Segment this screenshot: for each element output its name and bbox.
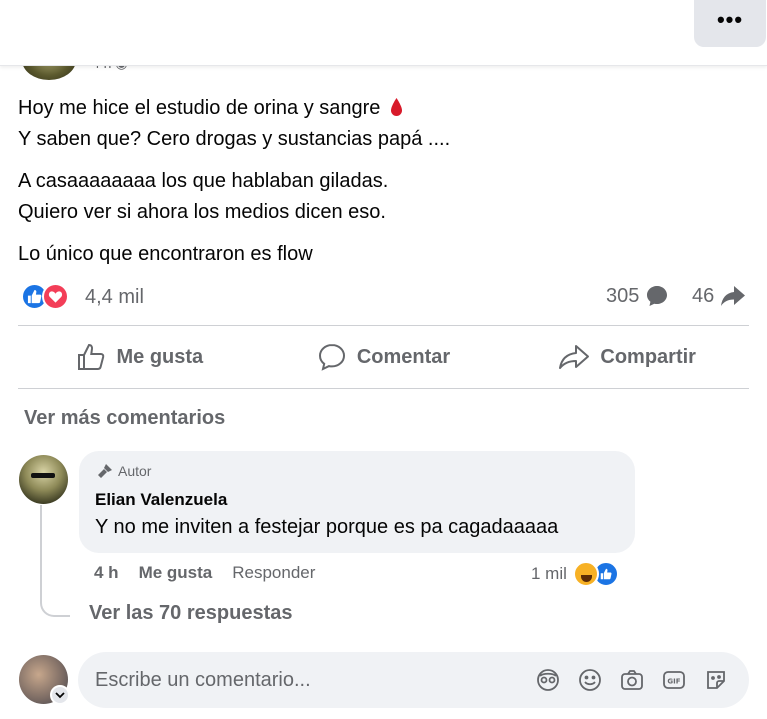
author-badge: Autor — [95, 463, 151, 479]
comment-input[interactable] — [95, 664, 515, 696]
comment-bubble-icon — [647, 286, 668, 306]
comment-count[interactable]: 305 — [606, 284, 669, 308]
thumbs-up-icon — [78, 343, 105, 370]
chevron-down-icon[interactable] — [50, 685, 70, 705]
share-button[interactable]: Compartir — [505, 328, 749, 386]
post-header-bar: ••• — [0, 0, 767, 66]
commenter-name[interactable]: Elian Valenzuela — [95, 490, 227, 510]
reaction-count[interactable]: 4,4 mil — [85, 286, 144, 309]
share-count[interactable]: 46 — [692, 284, 746, 308]
comment-text: Y no me inviten a festejar porque es pa … — [95, 516, 559, 538]
blood-drop-icon — [390, 98, 402, 116]
comment-like-link[interactable]: Me gusta — [139, 563, 213, 583]
more-options-icon: ••• — [716, 6, 744, 32]
comment-reactions[interactable]: 1 mil — [531, 561, 619, 587]
comment-bubble: Autor Elian Valenzuela Y no me inviten a… — [79, 451, 635, 553]
composer-toolbar: GIF — [534, 666, 730, 694]
comment-time[interactable]: 4 h — [94, 563, 119, 583]
actions-divider — [18, 388, 749, 389]
reaction-icons[interactable] — [21, 283, 69, 310]
stats-divider — [18, 325, 749, 326]
share-icon — [559, 345, 590, 369]
camera-icon[interactable] — [618, 666, 646, 694]
more-options-button[interactable]: ••• — [694, 0, 766, 47]
post-body: Hoy me hice el estudio de orina y sangre… — [18, 93, 738, 281]
emoji-icon[interactable] — [576, 666, 604, 694]
post-line-5: Lo único que encontraron es flow — [18, 243, 313, 265]
post-actions: Me gusta Comentar Compartir — [18, 328, 749, 386]
sticker-icon[interactable] — [702, 666, 730, 694]
comment-composer: GIF — [78, 652, 749, 708]
view-replies-link[interactable]: Ver las 70 respuestas — [89, 602, 292, 625]
love-reaction-icon — [42, 283, 69, 310]
haha-reaction-icon — [572, 561, 599, 587]
gif-icon[interactable]: GIF — [660, 666, 688, 694]
post-line-4: Quiero ver si ahora los medios dicen eso… — [18, 201, 386, 223]
share-arrow-icon — [721, 286, 746, 306]
post-line-1: Hoy me hice el estudio de orina y sangre — [18, 97, 381, 119]
post-line-2: Y saben que? Cero drogas y sustancias pa… — [18, 128, 451, 150]
microphone-icon — [98, 464, 112, 478]
reply-thread-line — [40, 505, 70, 617]
comment-meta: 4 h Me gusta Responder — [94, 563, 315, 583]
avatar-sticker-icon[interactable] — [534, 666, 562, 694]
like-button[interactable]: Me gusta — [18, 328, 262, 386]
comment-reply-link[interactable]: Responder — [232, 563, 315, 583]
svg-text:GIF: GIF — [667, 678, 680, 686]
view-more-comments-link[interactable]: Ver más comentarios — [24, 407, 225, 430]
post-line-3: A casaaaaaaaa los que hablaban giladas. — [18, 170, 389, 192]
commenter-avatar[interactable] — [19, 455, 68, 504]
comment-button[interactable]: Comentar — [262, 328, 506, 386]
post-stats-row: 4,4 mil 305 46 — [18, 280, 749, 314]
comment-icon — [318, 343, 345, 371]
